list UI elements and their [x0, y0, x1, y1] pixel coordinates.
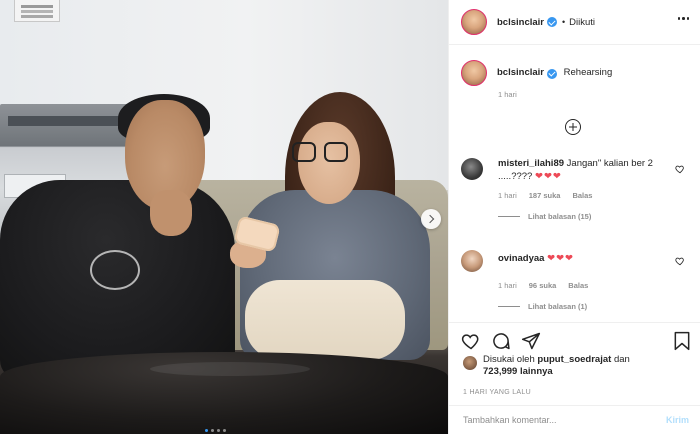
author-username[interactable]: bclsinclair	[497, 17, 544, 28]
liker-username[interactable]: puput_soedrajat	[537, 354, 611, 365]
heart-outline-icon[interactable]	[461, 331, 481, 351]
comment-like-heart-icon[interactable]	[675, 256, 685, 266]
likes-text: Disukai oleh puput_soedrajat dan 723,999…	[483, 354, 683, 378]
instagram-post: bclsinclair • Diikuti bclsinclair Rehear…	[0, 0, 700, 434]
carousel-dots	[205, 429, 226, 432]
caption-author-avatar[interactable]	[461, 60, 487, 86]
comment-time[interactable]: 1 hari	[498, 191, 517, 200]
caption-username[interactable]: bclsinclair	[497, 67, 544, 78]
comment-time[interactable]: 1 hari	[498, 281, 517, 290]
replies-divider-line	[498, 306, 520, 307]
view-replies-button[interactable]: Lihat balasan (1)	[498, 302, 689, 311]
likes-count[interactable]: 723,999	[483, 366, 517, 377]
verified-badge-icon	[547, 68, 557, 79]
comment-reply-button[interactable]: Balas	[568, 281, 588, 290]
verified-badge-icon	[547, 17, 557, 27]
photo-hoodie-print	[90, 250, 140, 290]
comment-item: misteri_ilahi89 Jangan" kalian ber 2 ...…	[461, 158, 689, 221]
photo-man-hand	[150, 190, 192, 236]
heart-emoji-icon: ❤❤❤	[534, 170, 562, 182]
photo-table-reflection	[150, 362, 310, 376]
comment-like-count[interactable]: 187 suka	[529, 191, 561, 200]
comment-reply-button[interactable]: Balas	[572, 191, 592, 200]
bookmark-icon[interactable]	[673, 331, 691, 351]
commenter-username[interactable]: misteri_ilahi89	[498, 158, 564, 169]
view-replies-label: Lihat balasan (1)	[528, 302, 588, 311]
comment-like-heart-icon[interactable]	[675, 164, 685, 174]
carousel-dot	[205, 429, 208, 432]
comment-text: ovinadyaa ❤❤❤	[498, 253, 663, 266]
comment-input[interactable]	[463, 415, 666, 425]
likes-summary: Disukai oleh puput_soedrajat dan 723,999…	[463, 354, 683, 378]
send-comment-button[interactable]: Kirim	[666, 415, 689, 425]
comment-meta: 1 hari 96 suka Balas	[498, 281, 689, 290]
likes-connector: dan	[613, 354, 630, 365]
follow-button[interactable]: Diikuti	[569, 17, 595, 28]
post-action-bar	[449, 322, 700, 358]
photo-glasses	[292, 142, 348, 164]
photo-wall-poster	[14, 0, 60, 22]
likes-suffix[interactable]: lainnya	[520, 366, 553, 377]
speech-bubble-icon[interactable]	[491, 331, 511, 351]
carousel-dot	[217, 429, 220, 432]
post-caption: bclsinclair Rehearsing 1 hari	[461, 60, 689, 99]
commenter-username[interactable]: ovinadyaa	[498, 253, 544, 264]
view-replies-button[interactable]: Lihat balasan (15)	[498, 212, 689, 221]
post-photo[interactable]	[0, 0, 448, 434]
post-timestamp[interactable]: 1 HARI YANG LALU	[463, 389, 531, 396]
carousel-dot	[223, 429, 226, 432]
view-replies-label: Lihat balasan (15)	[528, 212, 592, 221]
caption-time: 1 hari	[498, 90, 517, 99]
comment-like-count[interactable]: 96 suka	[529, 281, 557, 290]
comment-text: misteri_ilahi89 Jangan" kalian ber 2 ...…	[498, 158, 663, 183]
replies-divider-line	[498, 216, 520, 217]
likes-prefix: Disukai oleh	[483, 354, 535, 365]
comment-meta: 1 hari 187 suka Balas	[498, 191, 689, 200]
comment-item: ovinadyaa ❤❤❤ 1 hari 96 suka Balas Lihat…	[461, 250, 689, 311]
heart-emoji-icon: ❤❤❤	[547, 253, 574, 264]
more-dots-icon[interactable]	[677, 17, 689, 20]
liker-avatar[interactable]	[463, 356, 477, 370]
commenter-avatar[interactable]	[461, 158, 483, 180]
commenter-avatar[interactable]	[461, 250, 483, 272]
author-avatar[interactable]	[461, 9, 487, 35]
caption-body: Rehearsing	[563, 67, 613, 78]
carousel-next-button[interactable]	[421, 209, 441, 229]
photo-woman-legs	[245, 280, 405, 360]
plus-circle-icon	[565, 119, 581, 135]
paper-plane-icon[interactable]	[521, 331, 541, 351]
header-separator: •	[562, 17, 566, 27]
load-more-comments-button[interactable]	[564, 118, 582, 138]
comment-composer: Kirim	[449, 405, 700, 434]
caption-text: bclsinclair Rehearsing	[497, 67, 612, 79]
post-side-panel: bclsinclair • Diikuti bclsinclair Rehear…	[448, 0, 700, 434]
carousel-dot	[211, 429, 214, 432]
post-header: bclsinclair • Diikuti	[449, 0, 700, 45]
